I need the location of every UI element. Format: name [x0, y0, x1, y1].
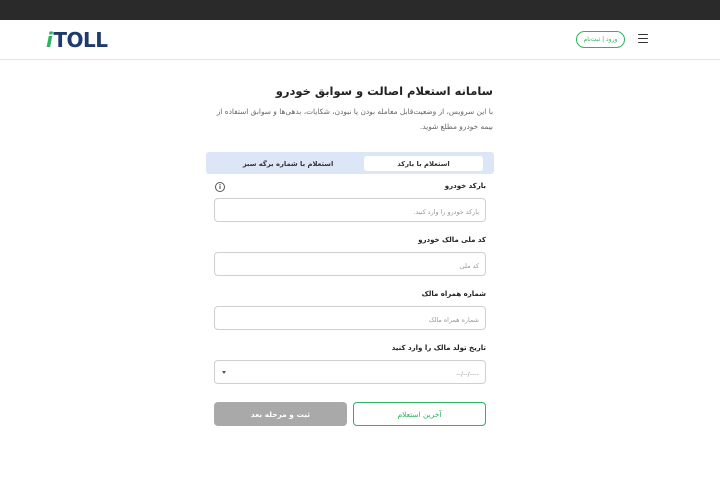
login-register-button[interactable]: ورود | ثبت‌نام [576, 31, 625, 48]
birth-date-field [214, 360, 486, 385]
birth-date-input[interactable] [215, 363, 485, 385]
hamburger-menu-icon[interactable] [638, 34, 648, 43]
itoll-logo[interactable]: i TOLL [46, 28, 108, 52]
national-code-field [214, 252, 486, 277]
submit-next-step-button[interactable]: ثبت و مرحله بعد [214, 402, 347, 426]
page-description: با این سرویس، از وضعیت‌قابل معامله بودن … [216, 107, 493, 131]
inquiry-tabs: استعلام با بارکد استعلام با شماره برگه س… [206, 152, 494, 174]
national-code-input[interactable] [215, 255, 485, 277]
last-inquiry-button[interactable]: آخرین استعلام [353, 402, 486, 426]
barcode-input[interactable] [215, 201, 485, 223]
top-bar [0, 0, 720, 20]
tab-green-sheet-inquiry[interactable]: استعلام با شماره برگه سبز [214, 156, 362, 171]
mobile-field [214, 306, 486, 331]
info-icon[interactable]: i [215, 182, 225, 192]
tab-barcode-inquiry[interactable]: استعلام با بارکد [364, 156, 483, 171]
birth-date-label: تاریخ تولد مالک را وارد کنید [391, 344, 486, 352]
mobile-input[interactable] [215, 309, 485, 331]
site-header: i TOLL ورود | ثبت‌نام [0, 20, 720, 60]
dropdown-caret-icon[interactable] [222, 371, 226, 374]
national-code-label: کد ملی مالک خودرو [418, 236, 486, 244]
mobile-label: شماره همراه مالک [421, 290, 486, 298]
barcode-field [214, 198, 486, 223]
page-title: سامانه استعلام اصالت و سوابق خودرو [275, 84, 493, 98]
barcode-label: بارکد خودرو [444, 182, 486, 190]
